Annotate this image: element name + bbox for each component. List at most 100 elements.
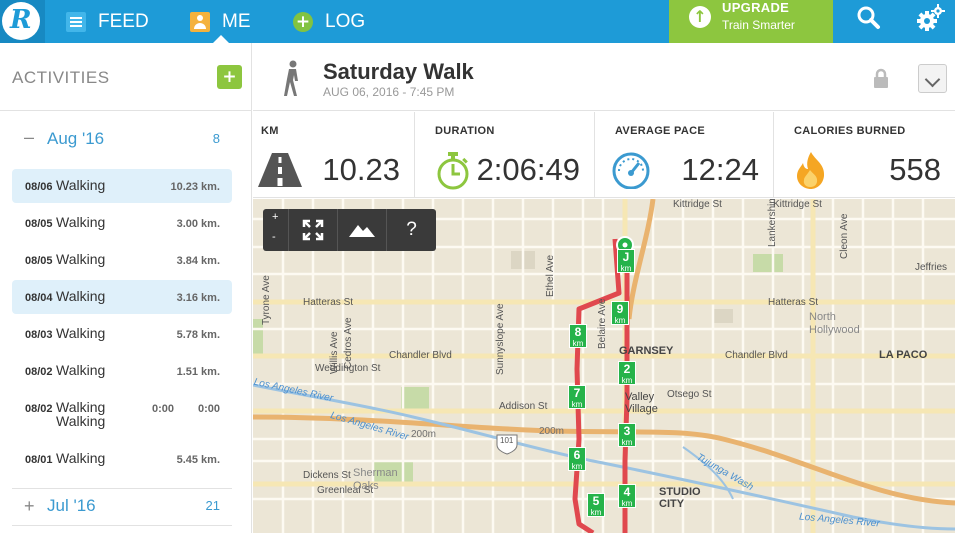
month-group-aug[interactable]: – Aug '16 8 xyxy=(12,124,232,154)
street-label: Sunnyslope Ave xyxy=(495,303,506,375)
km-unit: km xyxy=(621,376,633,385)
km-number: 4 xyxy=(623,485,631,499)
street-label: Jeffries xyxy=(915,262,948,273)
collapse-icon: – xyxy=(24,127,35,147)
plus-circle-icon: + xyxy=(293,11,313,32)
nav-me-label: ME xyxy=(222,10,251,32)
km-number: 8 xyxy=(574,325,582,339)
activity-stats: KM 10.23 DURATION 2:06:49 AVERAGE PACE 1… xyxy=(253,112,955,198)
month-label: Jul '16 xyxy=(47,496,96,515)
divider xyxy=(12,488,232,489)
activity-date: 08/05 xyxy=(25,218,53,230)
activity-item[interactable]: 08/02 Walking Walking 0:00 0:00 xyxy=(12,391,232,435)
nav-log-label: LOG xyxy=(325,10,366,32)
street-label: Willis Ave xyxy=(329,331,340,374)
km-number: 2 xyxy=(623,362,631,376)
stat-pace: AVERAGE PACE 12:24 xyxy=(595,112,774,198)
km-unit: km xyxy=(621,438,633,447)
street-label: Dickens St xyxy=(303,470,351,481)
terrain-button[interactable] xyxy=(338,209,387,251)
stat-value: 12:24 xyxy=(681,152,759,187)
km-unit: km xyxy=(621,499,633,508)
gear-icon xyxy=(917,4,945,31)
activity-item[interactable]: 08/06 Walking 10.23 km. xyxy=(12,169,232,203)
mountain-icon xyxy=(349,225,375,237)
street-label: Hatteras St xyxy=(768,297,819,308)
km-marker[interactable]: 6 km xyxy=(568,447,586,471)
activity-datetime: AUG 06, 2016 - 7:45 PM xyxy=(323,85,455,99)
month-group-jul[interactable]: + Jul '16 21 xyxy=(12,491,232,521)
stat-value: 558 xyxy=(889,152,941,187)
km-unit: km xyxy=(614,316,626,325)
road-icon xyxy=(258,153,302,187)
stat-calories: CALORIES BURNED 558 xyxy=(774,112,955,198)
search-button[interactable] xyxy=(856,5,882,31)
km-marker[interactable]: 2 km xyxy=(618,361,636,385)
activity-options-dropdown[interactable] xyxy=(918,64,947,93)
activity-date: 08/06 xyxy=(25,181,53,193)
activity-date: 08/01 xyxy=(25,454,53,466)
stat-value: 10.23 xyxy=(322,152,400,187)
km-marker[interactable]: 4 km xyxy=(618,484,636,508)
km-marker[interactable]: 3 km xyxy=(618,423,636,447)
activity-name: Walking xyxy=(56,325,106,341)
activity-date: 08/02 xyxy=(25,403,53,415)
activity-name: Walking xyxy=(56,288,106,304)
zoom-out-button[interactable]: - xyxy=(272,231,276,243)
activity-item[interactable]: 08/04 Walking 3.16 km. xyxy=(12,280,232,314)
activity-name: Walking xyxy=(56,362,106,378)
fullscreen-button[interactable] xyxy=(289,209,338,251)
activity-detail: Saturday Walk AUG 06, 2016 - 7:45 PM KM … xyxy=(253,43,955,533)
km-number: 7 xyxy=(573,386,581,400)
km-marker[interactable]: 8 km xyxy=(569,324,587,348)
activity-duration: 0:00 xyxy=(152,403,175,415)
km-number: 9 xyxy=(616,302,624,316)
stat-duration: DURATION 2:06:49 xyxy=(415,112,595,198)
month-count: 8 xyxy=(212,131,220,146)
help-button[interactable]: ? xyxy=(387,209,436,251)
activity-distance: 10.23 km. xyxy=(170,181,220,193)
activities-header: ACTIVITIES + xyxy=(0,43,252,111)
stat-label: CALORIES BURNED xyxy=(794,125,906,137)
street-label: Otsego St xyxy=(667,389,712,400)
activity-name: Walking xyxy=(56,214,106,230)
activity-date: 08/02 xyxy=(25,366,53,378)
activity-distance: 3.00 km. xyxy=(176,218,220,230)
zoom-controls: + - xyxy=(263,209,289,251)
nav-feed[interactable]: FEED xyxy=(66,0,149,43)
km-marker[interactable]: Jkm xyxy=(617,249,635,273)
settings-button[interactable] xyxy=(915,3,945,33)
runkeeper-logo[interactable]: R xyxy=(0,0,45,43)
km-marker[interactable]: 7 km xyxy=(568,385,586,409)
search-icon xyxy=(857,6,880,29)
activity-distance: 5.45 km. xyxy=(176,454,220,466)
stat-distance: KM 10.23 xyxy=(253,112,415,198)
zoom-in-button[interactable]: + xyxy=(272,211,278,223)
activity-item[interactable]: 08/01 Walking 5.45 km. xyxy=(12,442,232,476)
route-map[interactable]: Kittridge St Kittridge St Hatteras St Ha… xyxy=(253,199,955,533)
speedometer-icon xyxy=(612,152,650,189)
km-unit: km xyxy=(571,400,583,409)
activity-name: Walking xyxy=(56,177,106,193)
expand-icon: + xyxy=(24,496,35,516)
km-marker[interactable]: 5 km xyxy=(587,493,605,517)
activity-item[interactable]: 08/03 Walking 5.78 km. xyxy=(12,317,232,351)
km-unit: km xyxy=(572,339,584,348)
activity-item[interactable]: 08/05 Walking 3.00 km. xyxy=(12,206,232,240)
km-number: 3 xyxy=(623,424,631,438)
feed-icon xyxy=(66,11,86,32)
street-label: Kittridge St xyxy=(773,199,822,210)
logo-icon: R xyxy=(2,2,40,40)
lock-icon[interactable] xyxy=(873,68,889,88)
area-label: STUDIO CITY xyxy=(659,486,701,510)
add-activity-button[interactable]: + xyxy=(217,65,242,89)
km-unit: km xyxy=(571,462,583,471)
street-label: Chandler Blvd xyxy=(389,350,452,361)
upgrade-button[interactable]: ↑ UPGRADE Train Smarter xyxy=(669,0,833,43)
street-label: Lankershim xyxy=(767,199,778,247)
activity-item[interactable]: 08/02 Walking 1.51 km. xyxy=(12,354,232,388)
activity-item[interactable]: 08/05 Walking 3.84 km. xyxy=(12,243,232,277)
km-unit: km xyxy=(620,264,632,273)
nav-log[interactable]: + LOG xyxy=(293,0,365,43)
km-marker[interactable]: 9 km xyxy=(611,301,629,325)
